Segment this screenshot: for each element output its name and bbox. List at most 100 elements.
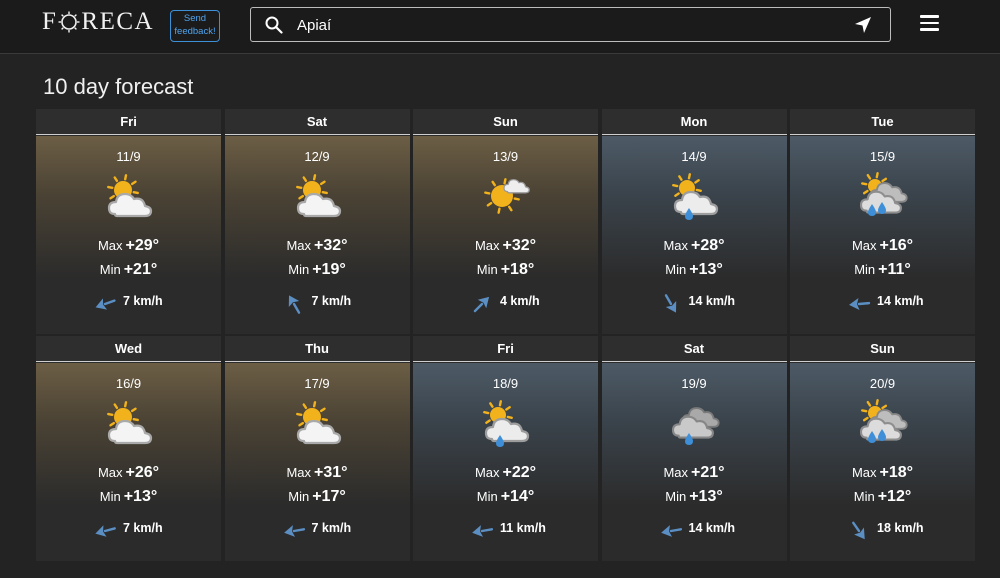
wind: 14 km/h — [602, 292, 787, 316]
wind: 14 km/h — [602, 519, 787, 543]
day-card-tue-15-9[interactable]: Tue 15/9 Max +16° Min +11° 14 km/h — [790, 109, 975, 334]
wind: 7 km/h — [225, 519, 410, 543]
max-temp: Max +22° — [474, 464, 537, 481]
wind: 18 km/h — [790, 519, 975, 543]
search-input[interactable] — [297, 12, 837, 38]
day-name: Sat — [601, 336, 787, 362]
top-bar: F RECA Send feedback! — [0, 0, 1000, 54]
max-temp: Max +28° — [663, 237, 725, 254]
wind-speed: 14 km/h — [877, 294, 924, 308]
day-date: 17/9 — [304, 376, 330, 391]
cloudy-showers-icon — [857, 172, 909, 220]
max-temp: Max +16° — [851, 237, 914, 254]
day-name: Sun — [413, 109, 598, 135]
day-card-sat-12-9[interactable]: Sat 12/9 Max +32° Min +19° 7 km/h — [224, 109, 410, 334]
logo-sun-icon — [58, 11, 80, 33]
day-date: 19/9 — [681, 376, 707, 391]
day-name: Tue — [790, 109, 975, 135]
max-temp: Max +18° — [851, 464, 914, 481]
day-name: Wed — [36, 336, 221, 362]
cloudy-showers-icon — [857, 399, 909, 447]
max-temp: Max +26° — [97, 464, 160, 481]
day-date: 13/9 — [492, 149, 519, 164]
day-name: Fri — [36, 109, 221, 135]
partly-cloudy-icon — [292, 399, 344, 447]
day-date: 11/9 — [116, 149, 141, 164]
max-temp: Max +32° — [286, 237, 348, 254]
wind: 11 km/h — [413, 519, 598, 543]
wind-speed: 4 km/h — [500, 294, 540, 308]
wind: 7 km/h — [36, 519, 221, 543]
wind-speed: 7 km/h — [311, 521, 352, 535]
wind: 4 km/h — [413, 292, 598, 316]
logo-text-left: F — [42, 8, 58, 35]
min-temp: Min +12° — [853, 488, 912, 505]
wind-speed: 7 km/h — [311, 294, 352, 308]
day-card-thu-17-9[interactable]: Thu 17/9 Max +31° Min +17° 7 km/h — [224, 336, 410, 561]
foreca-logo[interactable]: F RECA — [42, 8, 154, 36]
mostly-sunny-icon — [480, 172, 532, 220]
logo-text-right: RECA — [81, 8, 155, 35]
max-temp: Max +21° — [663, 464, 725, 481]
page-title: 10 day forecast — [43, 74, 194, 99]
wind-arrow-icon — [472, 525, 494, 537]
cloudy-rain-icon — [669, 399, 721, 447]
day-name: Thu — [224, 336, 410, 362]
partly-cloudy-icon — [292, 172, 344, 220]
day-date: 16/9 — [115, 376, 142, 391]
wind: 7 km/h — [225, 292, 410, 316]
wind-speed: 7 km/h — [123, 521, 163, 535]
day-name: Sun — [790, 336, 975, 362]
day-date: 12/9 — [304, 149, 330, 164]
day-card-sun-20-9[interactable]: Sun 20/9 Max +18° Min +12° 18 km/h — [790, 336, 975, 561]
day-name: Fri — [413, 336, 598, 362]
day-card-sun-13-9[interactable]: Sun 13/9 Max +32° Min +18° 4 km/h — [413, 109, 598, 334]
day-card-mon-14-9[interactable]: Mon 14/9 Max +28° Min +13° 14 km/h — [601, 109, 787, 334]
day-date: 20/9 — [869, 376, 896, 391]
day-name: Mon — [601, 109, 787, 135]
wind-arrow-icon — [664, 294, 676, 313]
day-date: 18/9 — [492, 376, 519, 391]
wind-arrow-icon — [852, 521, 865, 540]
partly-cloudy-icon — [103, 399, 155, 447]
wind-arrow-icon — [95, 525, 116, 537]
wind-speed: 14 km/h — [688, 521, 736, 535]
min-temp: Min +14° — [476, 488, 535, 505]
wind: 14 km/h — [790, 292, 975, 316]
min-temp: Min +18° — [476, 261, 535, 278]
max-temp: Max +32° — [474, 237, 537, 254]
send-feedback-button[interactable]: Send feedback! — [170, 10, 220, 42]
day-card-fri-11-9[interactable]: Fri 11/9 Max +29° Min +21° 7 km/h — [36, 109, 221, 334]
wind-speed: 14 km/h — [688, 294, 736, 308]
min-temp: Min +21° — [99, 261, 158, 278]
max-temp: Max +29° — [97, 237, 160, 254]
wind-arrow-icon — [660, 525, 682, 537]
wind-arrow-icon — [473, 296, 490, 313]
day-date: 15/9 — [869, 149, 896, 164]
location-search-box[interactable] — [250, 7, 891, 42]
wind-speed: 11 km/h — [500, 521, 546, 535]
day-date: 14/9 — [681, 149, 707, 164]
wind-arrow-icon — [849, 298, 871, 310]
min-temp: Min +13° — [665, 488, 723, 505]
wind-arrow-icon — [95, 298, 116, 310]
max-temp: Max +31° — [286, 464, 348, 481]
wind-arrow-icon — [288, 295, 300, 314]
wind-arrow-icon — [283, 525, 305, 537]
wind: 7 km/h — [36, 292, 221, 316]
partly-cloudy-rain-icon — [480, 399, 532, 447]
day-name: Sat — [224, 109, 410, 135]
locate-me-icon[interactable] — [854, 16, 872, 34]
partly-cloudy-rain-icon — [669, 172, 721, 220]
min-temp: Min +17° — [288, 488, 346, 505]
search-icon — [265, 16, 283, 34]
min-temp: Min +13° — [99, 488, 158, 505]
wind-speed: 18 km/h — [877, 521, 924, 535]
day-card-sat-19-9[interactable]: Sat 19/9 Max +21° Min +13° 14 km/h — [601, 336, 787, 561]
min-temp: Min +11° — [854, 261, 911, 278]
day-card-wed-16-9[interactable]: Wed 16/9 Max +26° Min +13° 7 km/h — [36, 336, 221, 561]
day-card-fri-18-9[interactable]: Fri 18/9 Max +22° Min +14° 11 km/h — [413, 336, 598, 561]
hamburger-menu-icon[interactable] — [920, 15, 940, 31]
wind-speed: 7 km/h — [123, 294, 163, 308]
min-temp: Min +13° — [665, 261, 723, 278]
